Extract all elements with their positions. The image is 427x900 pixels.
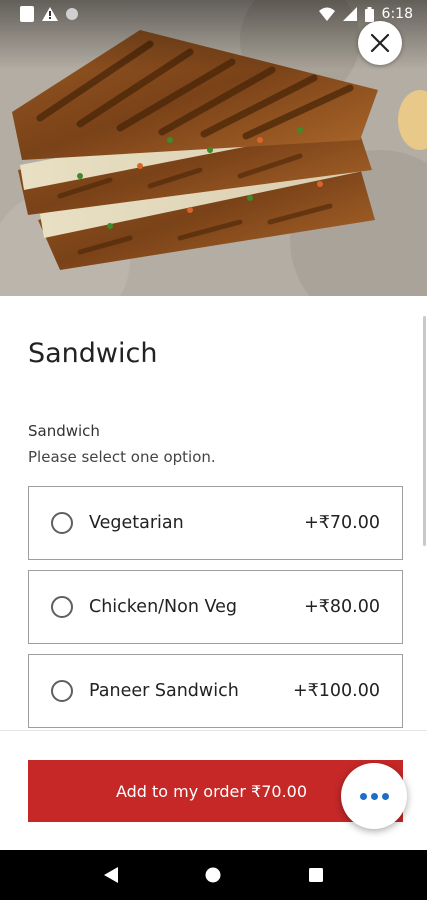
back-button[interactable] — [91, 855, 131, 895]
home-icon — [205, 867, 221, 883]
item-title: Sandwich — [28, 338, 158, 369]
home-button[interactable] — [193, 855, 233, 895]
option-label: Paneer Sandwich — [89, 681, 239, 701]
status-right: 6:18 — [318, 6, 413, 22]
option-vegetarian[interactable]: Vegetarian +₹70.00 — [28, 486, 403, 560]
option-chicken-non-veg[interactable]: Chicken/Non Veg +₹80.00 — [28, 570, 403, 644]
close-button[interactable] — [358, 21, 402, 65]
more-horizontal-icon — [370, 792, 378, 800]
recents-button[interactable] — [296, 855, 336, 895]
radio-button[interactable] — [51, 512, 73, 534]
app-icon — [20, 6, 34, 22]
option-price: +₹70.00 — [304, 513, 380, 533]
status-bar: 6:18 — [0, 0, 427, 28]
option-group-hint: Please select one option. — [28, 448, 216, 466]
radio-button[interactable] — [51, 596, 73, 618]
system-navigation-bar — [0, 850, 427, 900]
option-group-name: Sandwich — [28, 422, 100, 440]
option-paneer-sandwich[interactable]: Paneer Sandwich +₹100.00 — [28, 654, 403, 728]
alert-icon — [42, 7, 58, 21]
close-icon — [370, 33, 390, 53]
back-icon — [104, 867, 119, 883]
option-label: Vegetarian — [89, 513, 184, 533]
status-left — [20, 6, 78, 22]
radio-button[interactable] — [51, 680, 73, 702]
recents-icon — [308, 868, 323, 882]
add-to-order-label: Add to my order ₹70.00 — [115, 781, 308, 801]
signal-icon — [342, 7, 357, 21]
battery-icon — [364, 6, 374, 22]
option-price: +₹80.00 — [304, 597, 380, 617]
sync-dot-icon — [66, 8, 78, 20]
more-horizontal-icon — [359, 792, 367, 800]
more-options-button[interactable] — [341, 763, 407, 829]
scrollbar[interactable] — [423, 316, 426, 546]
more-horizontal-icon — [381, 792, 389, 800]
option-price: +₹100.00 — [292, 681, 380, 701]
status-time: 6:18 — [381, 6, 413, 22]
option-label: Chicken/Non Veg — [89, 597, 237, 617]
wifi-icon — [318, 7, 335, 21]
